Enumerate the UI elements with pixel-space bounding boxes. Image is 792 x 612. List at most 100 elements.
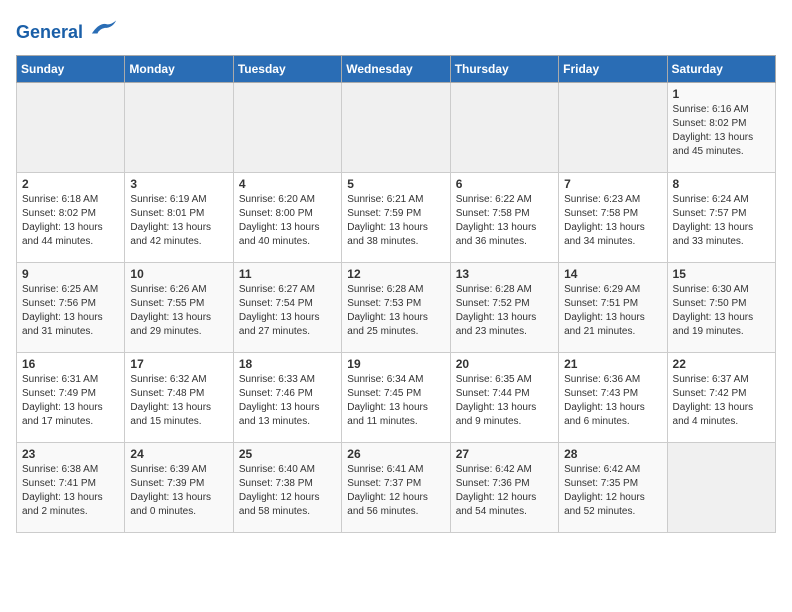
day-info: Sunrise: 6:36 AM Sunset: 7:43 PM Dayligh… bbox=[564, 373, 661, 429]
calendar-day-cell: 9Sunrise: 6:25 AM Sunset: 7:56 PM Daylig… bbox=[17, 262, 125, 352]
calendar-day-cell: 14 Sunrise: 6:29 AM Sunset: 7:51 PM Dayli… bbox=[559, 262, 667, 352]
calendar-day-cell: 23 Sunrise: 6:38 AM Sunset: 7:41 PM Dayli… bbox=[17, 442, 125, 532]
calendar-day-cell: 12 Sunrise: 6:28 AM Sunset: 7:53 PM Dayli… bbox=[342, 262, 450, 352]
day-number: 19 bbox=[347, 357, 444, 371]
day-info: Sunrise: 6:29 AM Sunset: 7:51 PM Dayligh… bbox=[564, 283, 661, 339]
weekday-header-row: SundayMondayTuesdayWednesdayThursdayFrid… bbox=[17, 55, 776, 82]
day-info: Sunrise: 6:33 AM Sunset: 7:46 PM Dayligh… bbox=[239, 373, 336, 429]
day-number: 20 bbox=[456, 357, 553, 371]
calendar-day-cell bbox=[125, 82, 233, 172]
calendar-day-cell: 18 Sunrise: 6:33 AM Sunset: 7:46 PM Dayli… bbox=[233, 352, 341, 442]
logo: General bbox=[16, 16, 118, 43]
day-number: 27 bbox=[456, 447, 553, 461]
day-info: Sunrise: 6:30 AM Sunset: 7:50 PM Dayligh… bbox=[673, 283, 770, 339]
day-number: 18 bbox=[239, 357, 336, 371]
calendar-day-cell: 21 Sunrise: 6:36 AM Sunset: 7:43 PM Dayli… bbox=[559, 352, 667, 442]
day-info: Sunrise: 6:31 AM Sunset: 7:49 PM Dayligh… bbox=[22, 373, 119, 429]
day-info: Sunrise: 6:42 AM Sunset: 7:35 PM Dayligh… bbox=[564, 463, 661, 519]
calendar-week-row: 2 Sunrise: 6:18 AM Sunset: 8:02 PM Daylig… bbox=[17, 172, 776, 262]
calendar-day-cell: 10 Sunrise: 6:26 AM Sunset: 7:55 PM Dayli… bbox=[125, 262, 233, 352]
calendar-week-row: 1 Sunrise: 6:16 AM Sunset: 8:02 PM Daylig… bbox=[17, 82, 776, 172]
day-info: Sunrise: 6:34 AM Sunset: 7:45 PM Dayligh… bbox=[347, 373, 444, 429]
calendar-day-cell bbox=[450, 82, 558, 172]
day-info: Sunrise: 6:22 AM Sunset: 7:58 PM Dayligh… bbox=[456, 193, 553, 249]
day-info: Sunrise: 6:37 AM Sunset: 7:42 PM Dayligh… bbox=[673, 373, 770, 429]
calendar-day-cell: 3 Sunrise: 6:19 AM Sunset: 8:01 PM Daylig… bbox=[125, 172, 233, 262]
day-info: Sunrise: 6:40 AM Sunset: 7:38 PM Dayligh… bbox=[239, 463, 336, 519]
calendar-day-cell: 17 Sunrise: 6:32 AM Sunset: 7:48 PM Dayli… bbox=[125, 352, 233, 442]
day-info: Sunrise: 6:23 AM Sunset: 7:58 PM Dayligh… bbox=[564, 193, 661, 249]
calendar-day-cell bbox=[233, 82, 341, 172]
calendar-day-cell bbox=[667, 442, 775, 532]
weekday-header-cell: Monday bbox=[125, 55, 233, 82]
calendar-week-row: 16Sunrise: 6:31 AM Sunset: 7:49 PM Dayli… bbox=[17, 352, 776, 442]
calendar-day-cell: 22 Sunrise: 6:37 AM Sunset: 7:42 PM Dayli… bbox=[667, 352, 775, 442]
calendar-day-cell: 20 Sunrise: 6:35 AM Sunset: 7:44 PM Dayli… bbox=[450, 352, 558, 442]
calendar-day-cell: 4Sunrise: 6:20 AM Sunset: 8:00 PM Daylig… bbox=[233, 172, 341, 262]
weekday-header-cell: Thursday bbox=[450, 55, 558, 82]
day-info: Sunrise: 6:41 AM Sunset: 7:37 PM Dayligh… bbox=[347, 463, 444, 519]
calendar-table: SundayMondayTuesdayWednesdayThursdayFrid… bbox=[16, 55, 776, 533]
calendar-day-cell: 27 Sunrise: 6:42 AM Sunset: 7:36 PM Dayli… bbox=[450, 442, 558, 532]
day-number: 24 bbox=[130, 447, 227, 461]
day-info: Sunrise: 6:32 AM Sunset: 7:48 PM Dayligh… bbox=[130, 373, 227, 429]
calendar-day-cell: 19 Sunrise: 6:34 AM Sunset: 7:45 PM Dayli… bbox=[342, 352, 450, 442]
calendar-day-cell: 7 Sunrise: 6:23 AM Sunset: 7:58 PM Daylig… bbox=[559, 172, 667, 262]
day-number: 25 bbox=[239, 447, 336, 461]
weekday-header-cell: Sunday bbox=[17, 55, 125, 82]
calendar-day-cell: 8 Sunrise: 6:24 AM Sunset: 7:57 PM Daylig… bbox=[667, 172, 775, 262]
day-number: 7 bbox=[564, 177, 661, 191]
calendar-week-row: 9Sunrise: 6:25 AM Sunset: 7:56 PM Daylig… bbox=[17, 262, 776, 352]
calendar-day-cell: 13 Sunrise: 6:28 AM Sunset: 7:52 PM Dayli… bbox=[450, 262, 558, 352]
day-number: 11 bbox=[239, 267, 336, 281]
day-info: Sunrise: 6:25 AM Sunset: 7:56 PM Dayligh… bbox=[22, 283, 119, 339]
weekday-header-cell: Friday bbox=[559, 55, 667, 82]
day-number: 12 bbox=[347, 267, 444, 281]
weekday-header-cell: Tuesday bbox=[233, 55, 341, 82]
day-number: 26 bbox=[347, 447, 444, 461]
calendar-day-cell: 11 Sunrise: 6:27 AM Sunset: 7:54 PM Dayli… bbox=[233, 262, 341, 352]
day-info: Sunrise: 6:27 AM Sunset: 7:54 PM Dayligh… bbox=[239, 283, 336, 339]
day-info: Sunrise: 6:20 AM Sunset: 8:00 PM Dayligh… bbox=[239, 193, 336, 249]
day-number: 6 bbox=[456, 177, 553, 191]
day-number: 3 bbox=[130, 177, 227, 191]
day-info: Sunrise: 6:28 AM Sunset: 7:53 PM Dayligh… bbox=[347, 283, 444, 339]
calendar-day-cell: 6 Sunrise: 6:22 AM Sunset: 7:58 PM Daylig… bbox=[450, 172, 558, 262]
calendar-day-cell: 16Sunrise: 6:31 AM Sunset: 7:49 PM Dayli… bbox=[17, 352, 125, 442]
day-info: Sunrise: 6:21 AM Sunset: 7:59 PM Dayligh… bbox=[347, 193, 444, 249]
calendar-day-cell: 24 Sunrise: 6:39 AM Sunset: 7:39 PM Dayli… bbox=[125, 442, 233, 532]
day-number: 15 bbox=[673, 267, 770, 281]
day-number: 17 bbox=[130, 357, 227, 371]
calendar-day-cell: 28 Sunrise: 6:42 AM Sunset: 7:35 PM Dayli… bbox=[559, 442, 667, 532]
day-info: Sunrise: 6:28 AM Sunset: 7:52 PM Dayligh… bbox=[456, 283, 553, 339]
day-number: 22 bbox=[673, 357, 770, 371]
day-number: 28 bbox=[564, 447, 661, 461]
weekday-header-cell: Saturday bbox=[667, 55, 775, 82]
day-info: Sunrise: 6:35 AM Sunset: 7:44 PM Dayligh… bbox=[456, 373, 553, 429]
day-number: 13 bbox=[456, 267, 553, 281]
day-number: 2 bbox=[22, 177, 119, 191]
weekday-header-cell: Wednesday bbox=[342, 55, 450, 82]
day-number: 14 bbox=[564, 267, 661, 281]
day-info: Sunrise: 6:39 AM Sunset: 7:39 PM Dayligh… bbox=[130, 463, 227, 519]
calendar-body: 1 Sunrise: 6:16 AM Sunset: 8:02 PM Daylig… bbox=[17, 82, 776, 532]
day-number: 8 bbox=[673, 177, 770, 191]
day-info: Sunrise: 6:26 AM Sunset: 7:55 PM Dayligh… bbox=[130, 283, 227, 339]
day-info: Sunrise: 6:18 AM Sunset: 8:02 PM Dayligh… bbox=[22, 193, 119, 249]
day-number: 21 bbox=[564, 357, 661, 371]
day-info: Sunrise: 6:42 AM Sunset: 7:36 PM Dayligh… bbox=[456, 463, 553, 519]
calendar-day-cell: 1 Sunrise: 6:16 AM Sunset: 8:02 PM Daylig… bbox=[667, 82, 775, 172]
calendar-day-cell bbox=[342, 82, 450, 172]
day-info: Sunrise: 6:16 AM Sunset: 8:02 PM Dayligh… bbox=[673, 103, 770, 159]
day-info: Sunrise: 6:38 AM Sunset: 7:41 PM Dayligh… bbox=[22, 463, 119, 519]
day-number: 10 bbox=[130, 267, 227, 281]
calendar-day-cell: 15 Sunrise: 6:30 AM Sunset: 7:50 PM Dayli… bbox=[667, 262, 775, 352]
day-info: Sunrise: 6:19 AM Sunset: 8:01 PM Dayligh… bbox=[130, 193, 227, 249]
day-number: 23 bbox=[22, 447, 119, 461]
calendar-day-cell: 2 Sunrise: 6:18 AM Sunset: 8:02 PM Daylig… bbox=[17, 172, 125, 262]
day-number: 1 bbox=[673, 87, 770, 101]
logo-bird-icon bbox=[90, 16, 118, 38]
calendar-day-cell bbox=[17, 82, 125, 172]
day-info: Sunrise: 6:24 AM Sunset: 7:57 PM Dayligh… bbox=[673, 193, 770, 249]
day-number: 5 bbox=[347, 177, 444, 191]
